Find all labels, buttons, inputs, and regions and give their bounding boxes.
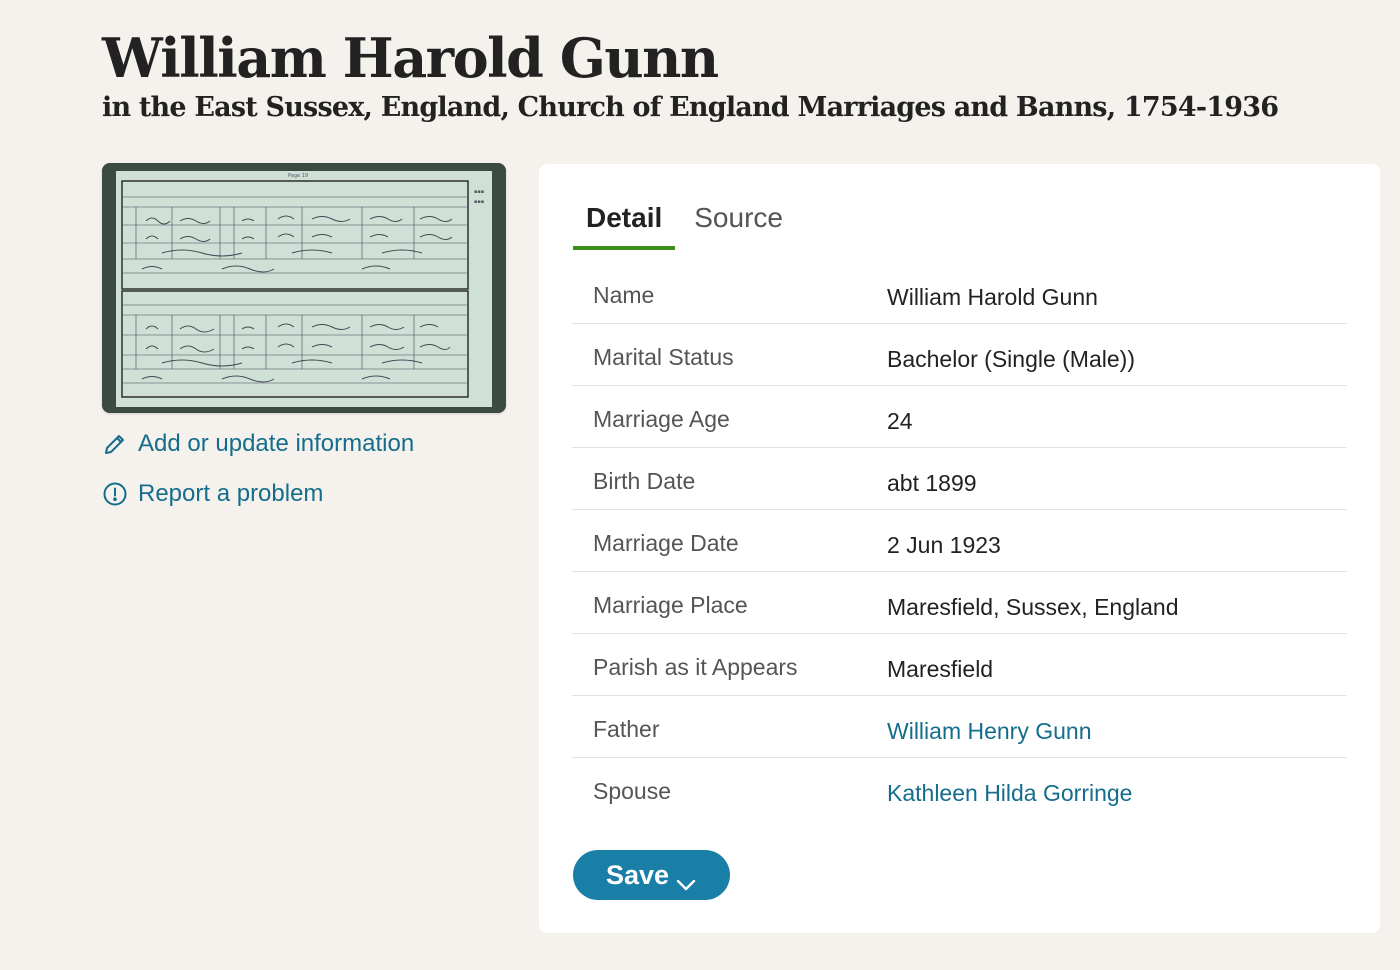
- detail-value: Maresfield: [887, 656, 994, 682]
- detail-label: Marital Status: [593, 344, 734, 370]
- detail-label: Birth Date: [593, 468, 696, 494]
- detail-row-marriage-age: Marriage Age 24: [572, 386, 1347, 448]
- detail-table: Name William Harold Gunn Marital Status …: [572, 262, 1347, 819]
- detail-label: Name: [593, 282, 655, 308]
- detail-label: Marriage Date: [593, 530, 739, 556]
- alert-circle-icon: [102, 481, 128, 507]
- father-link[interactable]: William Henry Gunn: [887, 718, 1092, 745]
- report-problem-link[interactable]: Report a problem: [102, 480, 323, 508]
- detail-row-marriage-place: Marriage Place Maresfield, Sussex, Engla…: [572, 572, 1347, 634]
- detail-label: Marriage Age: [593, 406, 730, 432]
- detail-value: Maresfield, Sussex, England: [887, 594, 1179, 620]
- detail-row-spouse: Spouse Kathleen Hilda Gorringe: [572, 758, 1347, 819]
- save-button[interactable]: Save: [573, 850, 730, 900]
- detail-value: William Harold Gunn: [887, 284, 1098, 310]
- add-update-info-label: Add or update information: [138, 430, 415, 457]
- detail-value: abt 1899: [887, 470, 977, 496]
- detail-row-father: Father William Henry Gunn: [572, 696, 1347, 758]
- detail-value: Bachelor (Single (Male)): [887, 346, 1135, 372]
- add-update-info-link[interactable]: Add or update information: [102, 430, 414, 458]
- save-button-label: Save: [605, 859, 670, 890]
- tab-bar: Detail Source: [573, 192, 802, 250]
- svg-text:Page 19: Page 19: [288, 173, 308, 179]
- report-problem-label: Report a problem: [138, 480, 324, 507]
- detail-row-marital-status: Marital Status Bachelor (Single (Male)): [572, 324, 1347, 386]
- page-title: William Harold Gunn: [102, 26, 719, 90]
- record-detail-card: Detail Source Name William Harold Gunn M…: [539, 164, 1380, 933]
- detail-value: 2 Jun 1923: [887, 532, 1001, 558]
- detail-row-name: Name William Harold Gunn: [572, 262, 1347, 324]
- detail-row-birth-date: Birth Date abt 1899: [572, 448, 1347, 510]
- detail-value: 24: [887, 408, 913, 434]
- detail-label: Spouse: [593, 778, 672, 804]
- chevron-down-icon: [675, 868, 697, 891]
- detail-row-parish: Parish as it Appears Maresfield: [572, 634, 1347, 696]
- collection-subtitle: in the East Sussex, England, Church of E…: [102, 92, 1279, 123]
- tab-source[interactable]: Source: [681, 192, 796, 250]
- detail-label: Marriage Place: [593, 592, 748, 618]
- tab-detail[interactable]: Detail: [573, 192, 676, 250]
- detail-label: Father: [593, 716, 660, 742]
- spouse-link[interactable]: Kathleen Hilda Gorringe: [887, 780, 1132, 807]
- record-image-thumbnail[interactable]: Page 19 ▪▪▪ ▪▪▪: [102, 163, 506, 413]
- pencil-icon: [102, 431, 128, 457]
- detail-label: Parish as it Appears: [593, 654, 798, 680]
- svg-text:▪▪▪: ▪▪▪: [474, 199, 484, 205]
- svg-text:▪▪▪: ▪▪▪: [474, 189, 484, 195]
- detail-row-marriage-date: Marriage Date 2 Jun 1923: [572, 510, 1347, 572]
